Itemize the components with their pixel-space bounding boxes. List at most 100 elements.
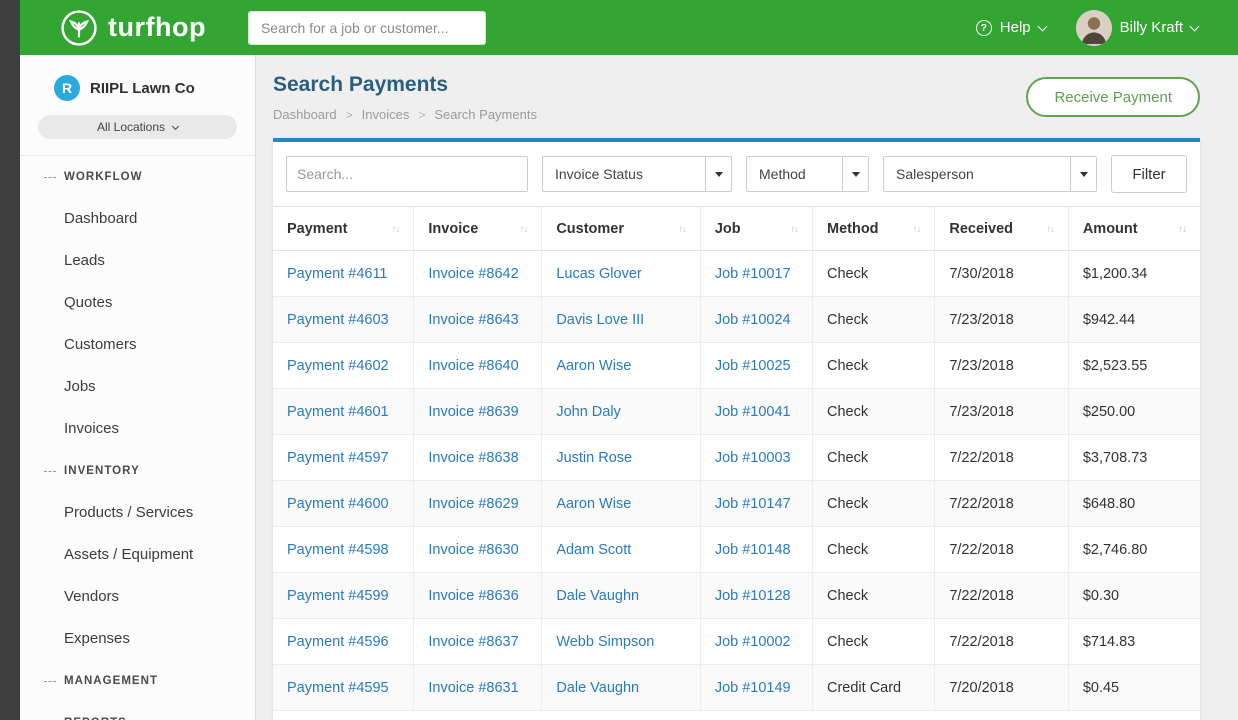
column-header-amount[interactable]: Amount↑↓ [1068,207,1200,251]
global-search-input[interactable] [248,11,486,45]
sort-icon[interactable]: ↑↓ [519,224,527,235]
payment-link[interactable]: Payment #4595 [287,680,389,696]
payment-link[interactable]: Payment #4601 [287,404,389,420]
invoice-status-select[interactable]: Invoice Status [542,156,732,192]
job-link[interactable]: Job #10017 [715,266,791,282]
invoice-link[interactable]: Invoice #8636 [428,588,518,604]
column-header-job[interactable]: Job↑↓ [700,207,812,251]
customer-link[interactable]: Webb Simpson [556,634,654,650]
cell-payment: Payment #4597 [273,435,414,481]
customer-link[interactable]: Lucas Glover [556,266,641,282]
cell-method: Check [812,527,934,573]
cell-amount: $0.30 [1068,573,1200,619]
cell-method: Check [812,251,934,297]
brand-logo[interactable]: turfhop [60,9,206,47]
table-row: Payment #4597 Invoice #8638 Justin Rose Job… [273,435,1200,481]
cell-method: Check [812,297,934,343]
cell-customer: Lucas Glover [542,251,701,297]
main-content: Search Payments Dashboard>Invoices>Searc… [256,55,1238,720]
company-header[interactable]: R RIIPL Lawn Co [20,55,255,101]
sidebar-item-vendors[interactable]: Vendors [20,576,255,618]
cell-customer: Dale Vaughn [542,665,701,711]
user-menu[interactable]: Billy Kraft [1076,10,1198,46]
sidebar-item-products-services[interactable]: Products / Services [20,492,255,534]
payment-link[interactable]: Payment #4602 [287,358,389,374]
customer-link[interactable]: Dale Vaughn [556,680,639,696]
payment-link[interactable]: Payment #4597 [287,450,389,466]
job-link[interactable]: Job #10148 [715,542,791,558]
sidebar-item-jobs[interactable]: Jobs [20,366,255,408]
sidebar-item-quotes[interactable]: Quotes [20,282,255,324]
payment-link[interactable]: Payment #4596 [287,634,389,650]
job-link[interactable]: Job #10041 [715,404,791,420]
sort-icon[interactable]: ↑↓ [1046,224,1054,235]
column-header-invoice[interactable]: Invoice↑↓ [414,207,542,251]
customer-link[interactable]: Adam Scott [556,542,631,558]
invoice-link[interactable]: Invoice #8631 [428,680,518,696]
job-link[interactable]: Job #10149 [715,680,791,696]
invoice-link[interactable]: Invoice #8643 [428,312,518,328]
select-caret-icon [705,157,731,191]
invoice-link[interactable]: Invoice #8638 [428,450,518,466]
cell-amount: $648.80 [1068,481,1200,527]
column-header-method[interactable]: Method↑↓ [812,207,934,251]
invoice-link[interactable]: Invoice #8642 [428,266,518,282]
payment-link[interactable]: Payment #4598 [287,542,389,558]
invoice-link[interactable]: Invoice #8637 [428,634,518,650]
invoice-link[interactable]: Invoice #8629 [428,496,518,512]
job-link[interactable]: Job #10147 [715,496,791,512]
sidebar-section-inventory: INVENTORY [20,450,255,492]
sidebar-item-invoices[interactable]: Invoices [20,408,255,450]
cell-invoice: Invoice #8638 [414,435,542,481]
payment-link[interactable]: Payment #4611 [287,266,388,282]
job-link[interactable]: Job #10003 [715,450,791,466]
job-link[interactable]: Job #10025 [715,358,791,374]
sort-icon[interactable]: ↑↓ [391,224,399,235]
invoice-link[interactable]: Invoice #8630 [428,542,518,558]
cell-job: Job #10024 [700,297,812,343]
cell-job: Job #10148 [700,527,812,573]
breadcrumb-item-invoices[interactable]: Invoices [362,107,410,122]
table-search-input[interactable] [286,156,528,192]
sidebar-item-assets-equipment[interactable]: Assets / Equipment [20,534,255,576]
method-select[interactable]: Method [746,156,869,192]
customer-link[interactable]: John Daly [556,404,620,420]
job-link[interactable]: Job #10024 [715,312,791,328]
location-selector[interactable]: All Locations [38,115,237,139]
column-header-payment[interactable]: Payment↑↓ [273,207,414,251]
table-header-row: Payment↑↓Invoice↑↓Customer↑↓Job↑↓Method↑… [273,207,1200,251]
sort-icon[interactable]: ↑↓ [790,224,798,235]
sidebar-section-reports: REPORTS [20,702,255,720]
chevron-down-icon [172,122,179,129]
column-header-customer[interactable]: Customer↑↓ [542,207,701,251]
sort-icon[interactable]: ↑↓ [678,224,686,235]
customer-link[interactable]: Dale Vaughn [556,588,639,604]
invoice-link[interactable]: Invoice #8639 [428,404,518,420]
payment-link[interactable]: Payment #4599 [287,588,389,604]
customer-link[interactable]: Justin Rose [556,450,632,466]
cell-amount: $2,746.80 [1068,527,1200,573]
customer-link[interactable]: Davis Love III [556,312,644,328]
column-header-received[interactable]: Received↑↓ [935,207,1068,251]
payment-link[interactable]: Payment #4600 [287,496,389,512]
customer-link[interactable]: Aaron Wise [556,496,631,512]
cell-payment: Payment #4600 [273,481,414,527]
sort-icon[interactable]: ↑↓ [912,224,920,235]
filter-button[interactable]: Filter [1111,155,1187,193]
job-link[interactable]: Job #10128 [715,588,791,604]
breadcrumb-item-dashboard[interactable]: Dashboard [273,107,337,122]
invoice-link[interactable]: Invoice #8640 [428,358,518,374]
salesperson-select[interactable]: Salesperson [883,156,1097,192]
sidebar-item-dashboard[interactable]: Dashboard [20,198,255,240]
sidebar-item-expenses[interactable]: Expenses [20,618,255,660]
customer-link[interactable]: Aaron Wise [556,358,631,374]
cell-job: Job #10017 [700,251,812,297]
help-menu[interactable]: ? Help [976,19,1046,36]
table-body: Payment #4611 Invoice #8642 Lucas Glover Jo… [273,251,1200,711]
payment-link[interactable]: Payment #4603 [287,312,389,328]
receive-payment-button[interactable]: Receive Payment [1026,77,1200,117]
job-link[interactable]: Job #10002 [715,634,791,650]
sidebar-item-customers[interactable]: Customers [20,324,255,366]
sidebar-item-leads[interactable]: Leads [20,240,255,282]
sort-icon[interactable]: ↑↓ [1178,224,1186,235]
